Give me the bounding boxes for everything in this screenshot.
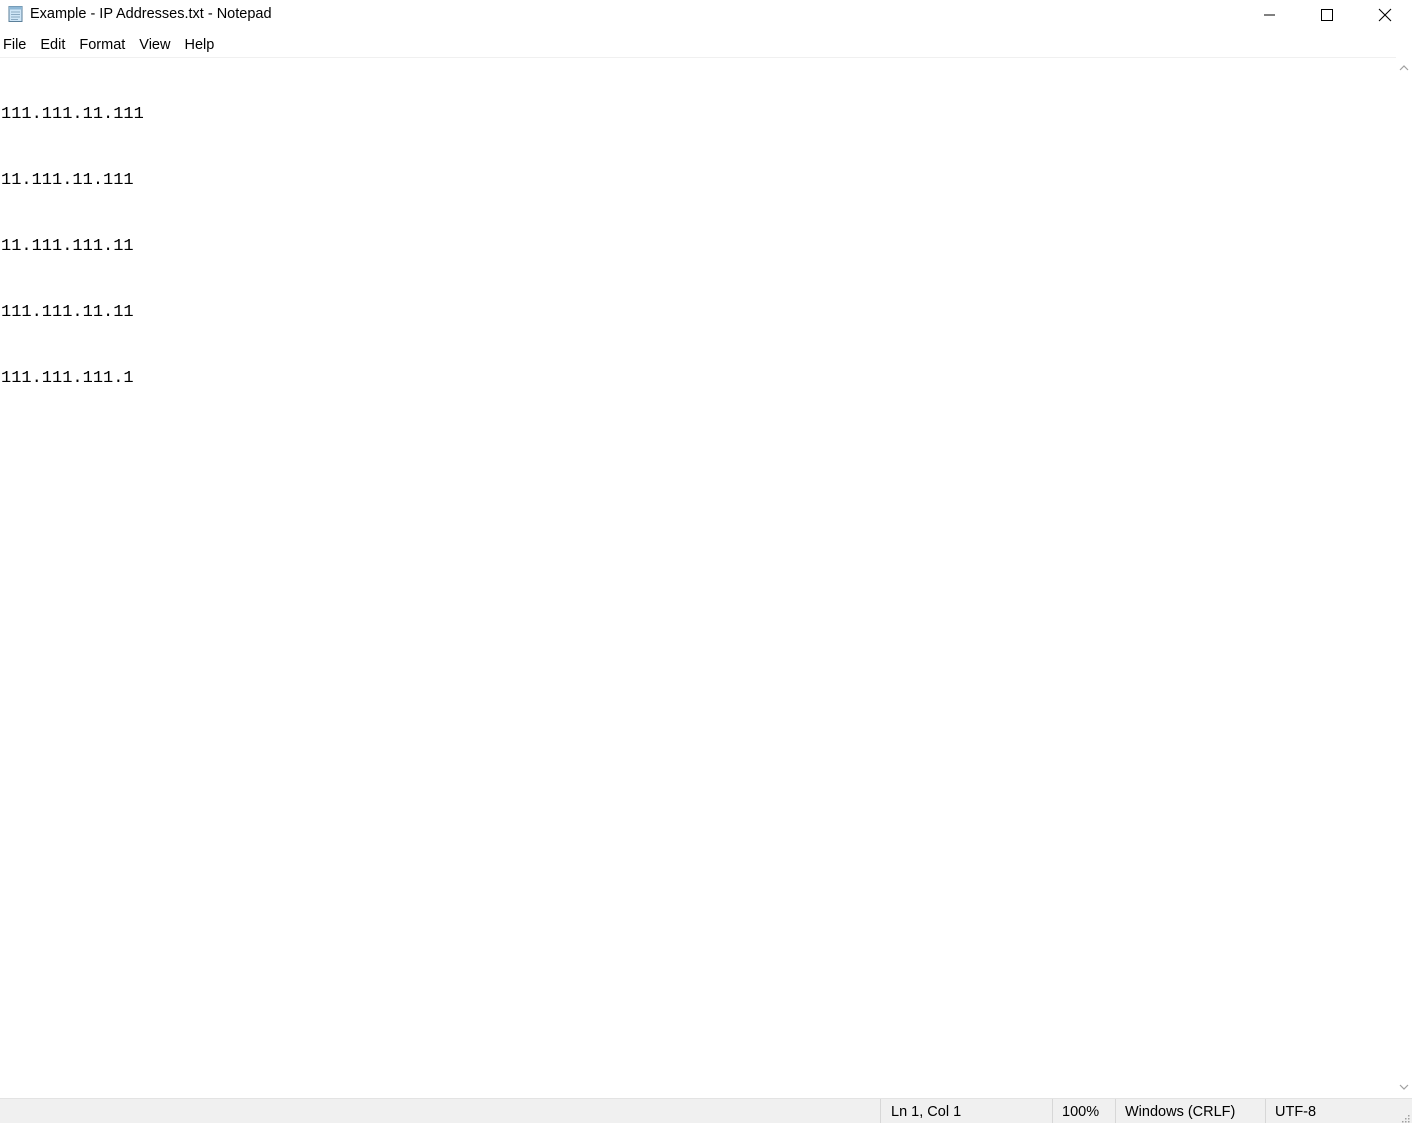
scroll-up-button[interactable] (1396, 60, 1412, 76)
status-bar: Ln 1, Col 1 100% Windows (CRLF) UTF-8 (0, 1098, 1412, 1123)
close-icon (1378, 8, 1392, 22)
resize-grip-icon[interactable] (1400, 1111, 1410, 1123)
scroll-track[interactable] (1396, 77, 1412, 1078)
menu-file[interactable]: File (3, 34, 26, 56)
title-bar[interactable]: Example - IP Addresses.txt - Notepad (0, 0, 1412, 30)
window-title: Example - IP Addresses.txt - Notepad (30, 6, 272, 22)
minimize-icon (1264, 14, 1275, 16)
editor-line[interactable]: 111.111.11.111 (1, 104, 144, 126)
notepad-icon[interactable] (7, 5, 25, 23)
menu-help[interactable]: Help (184, 34, 214, 56)
text-editor[interactable]: 111.111.11.111 11.111.11.111 11.111.111.… (0, 57, 1396, 1098)
editor-line[interactable]: 111.111.111.1 (1, 368, 144, 390)
line-ending: Windows (CRLF) (1115, 1099, 1265, 1123)
chevron-down-icon (1399, 1084, 1409, 1090)
editor-line[interactable]: 11.111.111.11 (1, 236, 144, 258)
notepad-window: Example - IP Addresses.txt - Notepad Fil… (0, 0, 1412, 1123)
menu-view[interactable]: View (139, 34, 170, 56)
chevron-up-icon (1399, 65, 1409, 71)
close-button[interactable] (1356, 0, 1412, 30)
menu-bar: File Edit Format View Help (0, 34, 1412, 56)
menu-format[interactable]: Format (79, 34, 125, 56)
maximize-button[interactable] (1298, 0, 1356, 30)
editor-line[interactable]: 111.111.11.11 (1, 302, 144, 324)
minimize-button[interactable] (1241, 0, 1299, 30)
scroll-down-button[interactable] (1396, 1079, 1412, 1095)
menu-edit[interactable]: Edit (40, 34, 65, 56)
encoding: UTF-8 (1265, 1099, 1412, 1123)
editor-content[interactable]: 111.111.11.111 11.111.11.111 11.111.111.… (1, 60, 144, 434)
cursor-position: Ln 1, Col 1 (880, 1099, 1052, 1123)
editor-line[interactable]: 11.111.11.111 (1, 170, 144, 192)
zoom-level: 100% (1052, 1099, 1115, 1123)
vertical-scrollbar[interactable] (1396, 57, 1412, 1098)
maximize-icon (1321, 9, 1333, 21)
